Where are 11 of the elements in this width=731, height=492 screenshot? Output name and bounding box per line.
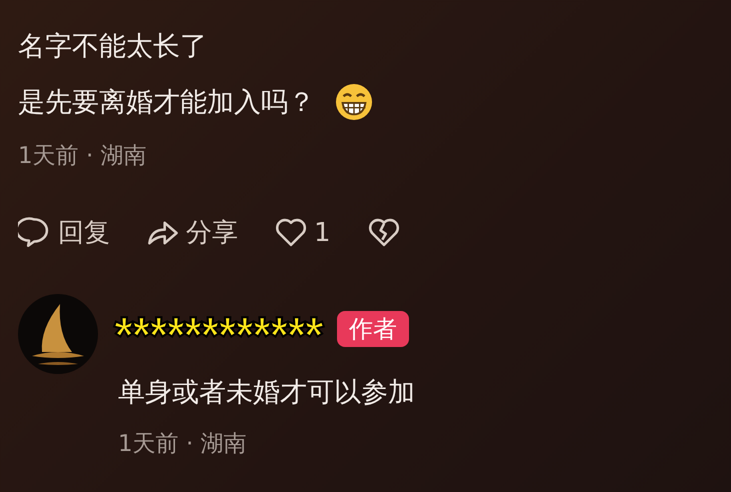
like-button[interactable]: 1	[274, 216, 331, 250]
reply-meta: 1天前 · 湖南	[118, 430, 248, 459]
grin-emoji-icon	[335, 83, 373, 121]
comment-text: 名字不能太长了	[18, 30, 207, 64]
reply-text: 单身或者未婚才可以参加	[118, 376, 415, 410]
author-badge: 作者	[336, 311, 409, 347]
reply-button[interactable]: 回复	[18, 215, 110, 250]
comment-text: 是先要离婚才能加入吗？	[18, 86, 315, 120]
author-name: ************	[114, 306, 321, 358]
comment-meta: 1天前 · 湖南	[18, 142, 148, 171]
share-button[interactable]: 分享	[146, 215, 238, 250]
